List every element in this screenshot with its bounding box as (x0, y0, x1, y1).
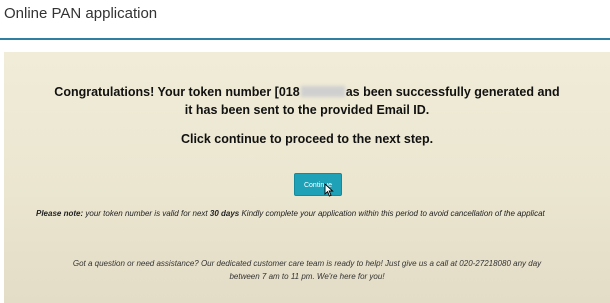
validity-note: Please note: your token number is valid … (36, 209, 545, 218)
success-message-prefix: Congratulations! Your token number [018 (54, 85, 300, 99)
page-title: Online PAN application (4, 5, 158, 22)
success-message-suffix: as been successfully generated and (345, 85, 560, 99)
note-label: Please note: (36, 209, 84, 218)
title-divider (0, 38, 610, 40)
assistance-line2: between 7 am to 11 pm. We're here for yo… (229, 272, 385, 281)
continue-button[interactable]: Continue (294, 173, 342, 196)
note-days: 30 days (209, 209, 240, 218)
success-message-line2: it has been sent to the provided Email I… (184, 103, 430, 117)
success-message-line1: Congratulations! Your token number [018 a… (4, 85, 610, 99)
note-text-before: your token number is valid for next (83, 209, 210, 218)
assistance-line1: Got a question or need assistance? Our d… (72, 259, 542, 268)
redacted-token (300, 86, 345, 97)
mouse-cursor-icon (324, 183, 334, 197)
note-text-after: Kindly complete your application within … (239, 209, 545, 218)
continue-instruction: Click continue to proceed to the next st… (180, 132, 434, 146)
token-panel: Congratulations! Your token number [018 a… (4, 52, 610, 303)
